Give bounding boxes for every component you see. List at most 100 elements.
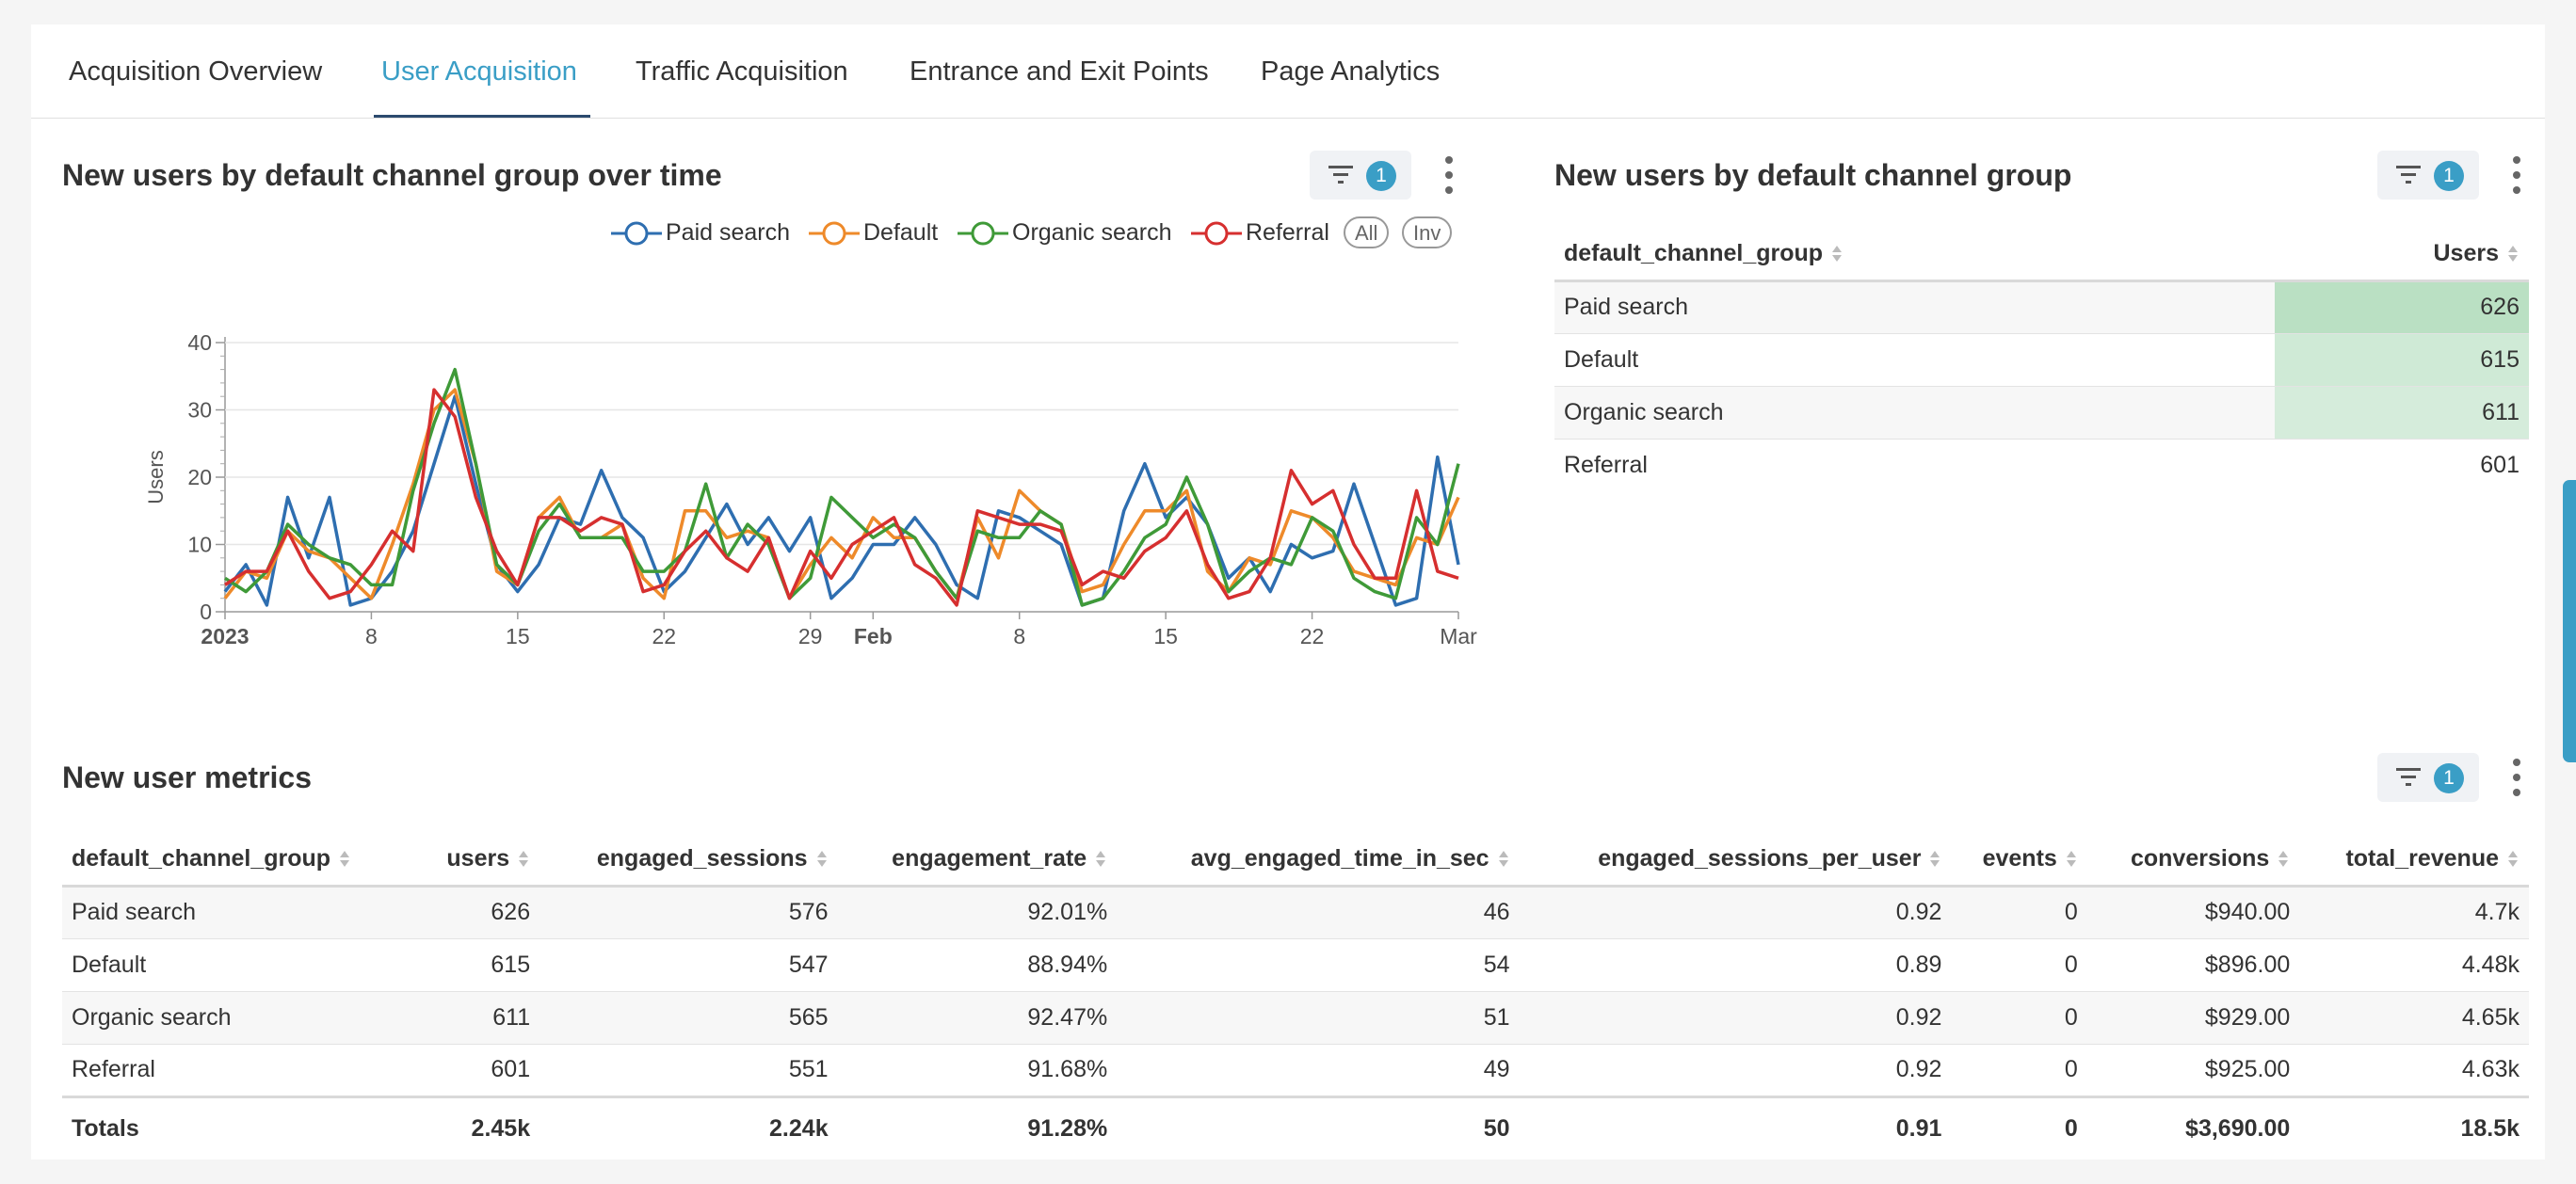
cell-conversions: $940.00 — [2204, 899, 2291, 925]
legend-organic-search-marker — [958, 221, 1008, 246]
legend-referral-label: Referral — [1246, 219, 1329, 246]
legend-default-marker — [809, 221, 860, 246]
tab-entrance-exit-points[interactable]: Entrance and Exit Points — [902, 56, 1216, 88]
cell-engagement-rate: 92.01% — [1027, 899, 1108, 925]
cell-engaged-sessions-per-user: 0.92 — [1895, 1003, 1942, 1031]
channel-table-more-menu-icon[interactable] — [2507, 154, 2526, 196]
x-tick-label: 8 — [365, 624, 378, 648]
total-total-revenue: 18.5k — [2460, 1115, 2520, 1143]
y-tick-label: 10 — [187, 533, 212, 557]
cell-avg-engaged-time-in-sec: 46 — [1483, 899, 1510, 925]
legend-invert-button[interactable]: Inv — [1402, 216, 1453, 248]
total-users: 2.45k — [471, 1115, 531, 1143]
column-header-channel[interactable]: default_channel_group — [1554, 228, 2275, 280]
sort-icon[interactable] — [1928, 850, 1941, 869]
cell-avg-engaged-time-in-sec: 51 — [1483, 1003, 1510, 1031]
table-row[interactable]: Organic search 611 — [1554, 386, 2529, 439]
sort-icon[interactable] — [2506, 245, 2520, 264]
sort-icon[interactable] — [2506, 850, 2520, 869]
active-tab-indicator — [374, 115, 590, 118]
channel-table-filter-button[interactable]: 1 — [2377, 151, 2479, 200]
cell-avg-engaged-time-in-sec: 49 — [1483, 1056, 1510, 1082]
filter-icon — [2396, 768, 2421, 786]
table-row[interactable]: Referral 601 — [1554, 439, 2529, 491]
cell-default-channel-group: Default — [72, 951, 147, 978]
cell-engaged-sessions-per-user: 0.92 — [1895, 899, 1942, 925]
cell-engaged-sessions-per-user: 0.89 — [1895, 951, 1942, 978]
y-tick-label: 30 — [187, 398, 212, 423]
y-tick-label: 0 — [200, 600, 212, 624]
legend-organic-search-label: Organic search — [1012, 219, 1172, 246]
total-engaged-sessions-per-user: 0.91 — [1895, 1115, 1942, 1143]
legend-all-button[interactable]: All — [1344, 216, 1390, 248]
column-header-label: default_channel_group — [72, 844, 331, 872]
legend-organic-search[interactable]: Organic search — [958, 216, 1193, 248]
column-header-events[interactable]: events — [1951, 833, 2086, 886]
cell-conversions: $925.00 — [2204, 1056, 2291, 1082]
cell-events: 0 — [2064, 1003, 2078, 1031]
sort-icon[interactable] — [1830, 245, 1843, 264]
column-header-label: engagement_rate — [892, 844, 1087, 872]
column-header-engaged-sessions-per-user[interactable]: engaged_sessions_per_user — [1520, 833, 1952, 886]
tab-acquisition-overview[interactable]: Acquisition Overview — [61, 56, 330, 88]
chart-more-menu-icon[interactable] — [1440, 154, 1458, 196]
channel-name-cell: Referral — [1554, 439, 2275, 491]
tab-bar: Acquisition Overview User Acquisition Tr… — [31, 24, 2545, 119]
sort-icon[interactable] — [1094, 850, 1107, 869]
sort-icon[interactable] — [1497, 850, 1510, 869]
column-header-total-revenue[interactable]: total_revenue — [2299, 833, 2529, 886]
table-row[interactable]: Default 615 547 88.94% 54 0.89 0 $896.00 4.48k — [62, 938, 2529, 991]
table-row[interactable]: Paid search 626 576 92.01% 46 0.92 0 $940.00 4.7… — [62, 886, 2529, 938]
line-chart: Users 0 10 20 30 40 2023 8 15 22 29 Feb 8 15 22 Mar — [144, 330, 1477, 648]
column-header-users[interactable]: users — [418, 833, 539, 886]
cell-conversions: $896.00 — [2204, 951, 2291, 978]
metrics-more-menu-icon[interactable] — [2507, 757, 2526, 798]
legend-referral[interactable]: Referral — [1191, 216, 1360, 248]
channel-table-title: New users by default channel group — [1554, 158, 2072, 192]
chart-filter-button[interactable]: 1 — [1310, 151, 1411, 200]
legend-default-label: Default — [863, 219, 939, 246]
column-header-users[interactable]: Users — [2275, 228, 2529, 280]
metrics-table: default_channel_group users engaged_sessio… — [62, 833, 2529, 1151]
sort-icon[interactable] — [338, 850, 351, 869]
cell-total-revenue: 4.65k — [2461, 1003, 2520, 1031]
column-header-default-channel-group[interactable]: default_channel_group — [62, 833, 418, 886]
users-value-cell: 615 — [2275, 333, 2529, 386]
table-row[interactable]: Default 615 — [1554, 333, 2529, 386]
users-value-cell: 611 — [2275, 386, 2529, 439]
legend-default[interactable]: Default — [809, 216, 950, 248]
tab-page-analytics[interactable]: Page Analytics — [1253, 56, 1447, 88]
sort-icon[interactable] — [517, 850, 530, 869]
sort-icon[interactable] — [2277, 850, 2290, 869]
column-header-engaged-sessions[interactable]: engaged_sessions — [539, 833, 837, 886]
channel-name-cell: Paid search — [1554, 280, 2275, 333]
tab-user-acquisition[interactable]: User Acquisition — [374, 56, 585, 88]
sort-icon[interactable] — [2065, 850, 2078, 869]
x-tick-label: 22 — [652, 624, 676, 648]
cell-events: 0 — [2064, 951, 2078, 978]
legend-paid-search-label: Paid search — [666, 219, 791, 246]
series-line-default — [223, 388, 1460, 600]
column-header-avg-engaged-time-in-sec[interactable]: avg_engaged_time_in_sec — [1117, 833, 1519, 886]
cell-total-revenue: 4.7k — [2474, 899, 2520, 925]
cell-users: 611 — [492, 1003, 531, 1031]
total-avg-engaged-time-in-sec: 50 — [1483, 1115, 1510, 1143]
table-row[interactable]: Organic search 611 565 92.47% 51 0.92 0 $929.00… — [62, 991, 2529, 1044]
cell-users: 601 — [491, 1056, 531, 1082]
column-header-engagement-rate[interactable]: engagement_rate — [838, 833, 1118, 886]
legend-paid-search[interactable]: Paid search — [611, 216, 828, 248]
table-row[interactable]: Paid search 626 — [1554, 280, 2529, 333]
x-tick-label: 29 — [798, 624, 823, 648]
cell-engaged-sessions: 547 — [788, 951, 829, 978]
vertical-scrollbar[interactable] — [2563, 480, 2576, 762]
column-header-label: total_revenue — [2345, 844, 2499, 872]
users-value-cell: 601 — [2480, 451, 2520, 478]
cell-conversions: $929.00 — [2204, 1003, 2291, 1031]
cell-default-channel-group: Referral — [72, 1056, 155, 1082]
tab-traffic-acquisition[interactable]: Traffic Acquisition — [628, 56, 856, 88]
sort-icon[interactable] — [815, 850, 829, 869]
table-row[interactable]: Referral 601 551 91.68% 49 0.92 0 $925.00 4.63k — [62, 1044, 2529, 1096]
metrics-filter-button[interactable]: 1 — [2377, 753, 2479, 802]
cell-engaged-sessions-per-user: 0.92 — [1895, 1056, 1942, 1082]
column-header-conversions[interactable]: conversions — [2087, 833, 2299, 886]
